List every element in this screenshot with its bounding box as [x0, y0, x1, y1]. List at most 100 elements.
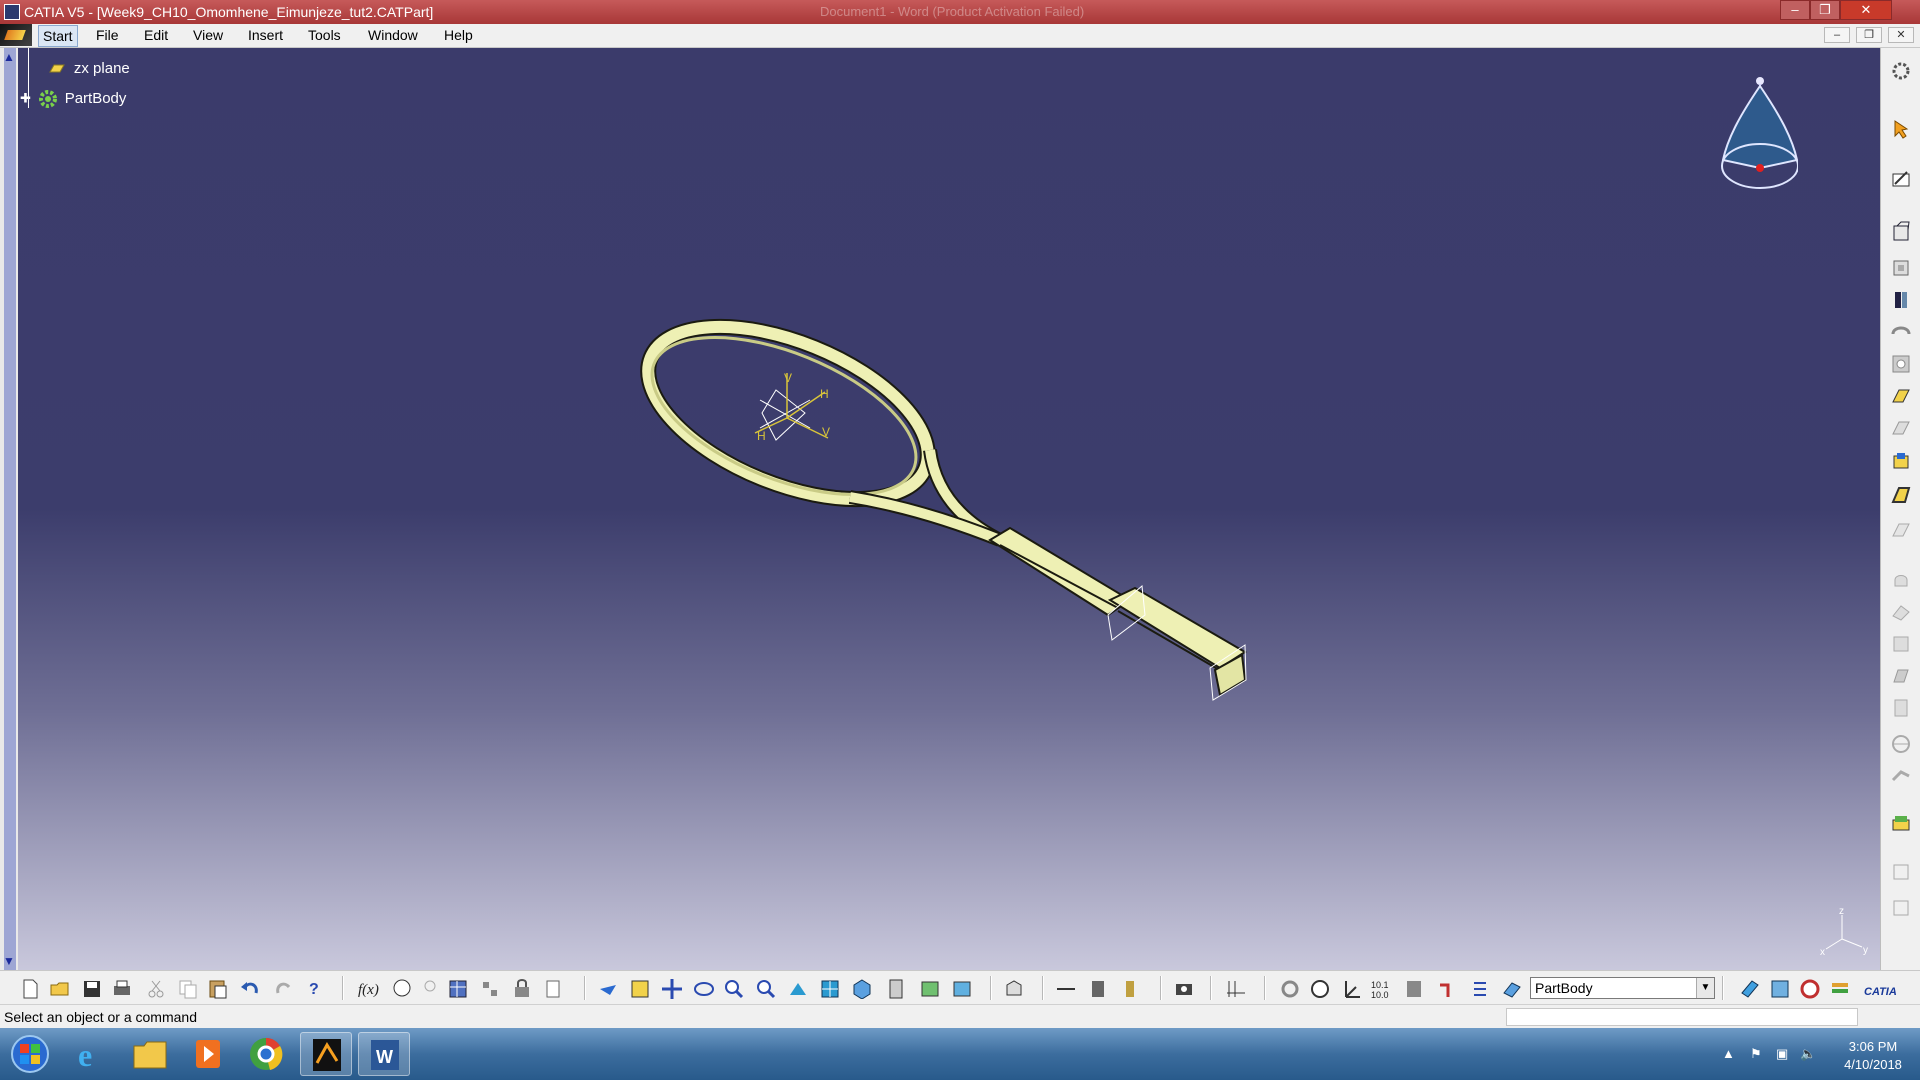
media-player-icon[interactable]	[182, 1032, 234, 1076]
analysis-icon[interactable]	[1889, 896, 1913, 918]
draft-icon[interactable]	[1889, 600, 1913, 622]
rule-icon[interactable]	[542, 977, 566, 999]
rib-icon[interactable]	[1889, 384, 1913, 406]
save-icon[interactable]	[80, 977, 104, 999]
tree-scrollbar[interactable]: ▲ ▼	[0, 48, 18, 970]
3d-viewport[interactable]: V H H V	[0, 48, 1880, 970]
maximize-button[interactable]: ❐	[1810, 0, 1840, 20]
menu-start[interactable]: Start	[38, 25, 78, 47]
catalog-icon[interactable]	[478, 977, 502, 999]
gear-icon[interactable]	[1889, 60, 1913, 82]
axis-system-icon[interactable]	[1340, 977, 1364, 999]
shading-icon[interactable]	[884, 977, 908, 999]
sketch-icon[interactable]	[1889, 168, 1913, 190]
removed-multi-section-icon[interactable]	[1889, 484, 1913, 506]
menu-file[interactable]: File	[96, 27, 119, 43]
fly-mode-icon[interactable]	[596, 977, 620, 999]
fit-all-icon[interactable]	[628, 977, 652, 999]
tree-item-partbody[interactable]: ✚ PartBody	[20, 88, 126, 110]
boolean-icon[interactable]	[1889, 812, 1913, 834]
multi-view-icon[interactable]	[818, 977, 842, 999]
units-icon[interactable]: 10.110.0	[1370, 977, 1394, 999]
formula-icon[interactable]: f(x)	[356, 977, 380, 999]
update-icon[interactable]	[1002, 977, 1026, 999]
menu-help[interactable]: Help	[444, 27, 473, 43]
new-file-icon[interactable]	[18, 977, 42, 999]
measure-icon[interactable]	[1889, 860, 1913, 882]
zoom-in-icon[interactable]	[722, 977, 746, 999]
menu-window[interactable]: Window	[368, 27, 418, 43]
table-icon[interactable]	[446, 977, 470, 999]
measure-between-icon[interactable]	[1054, 977, 1078, 999]
catia-taskbar-icon[interactable]	[300, 1032, 352, 1076]
volume-icon[interactable]: 🔈	[1800, 1046, 1816, 1062]
part-body-select[interactable]: PartBody ▼	[1530, 977, 1715, 999]
tennis-racket-model[interactable]: V H H V	[0, 48, 1880, 970]
redo-icon[interactable]	[272, 977, 296, 999]
pan-icon[interactable]	[660, 977, 684, 999]
knowledge-icon[interactable]	[390, 977, 414, 999]
measure-inertia-icon[interactable]	[1118, 977, 1142, 999]
file-explorer-icon[interactable]	[124, 1032, 176, 1076]
word-taskbar-icon[interactable]: W	[358, 1032, 410, 1076]
doc-minimize-button[interactable]: –	[1824, 27, 1850, 43]
print-icon[interactable]	[110, 977, 134, 999]
grid-icon[interactable]	[1224, 977, 1248, 999]
lock-icon[interactable]	[510, 977, 534, 999]
open-folder-icon[interactable]	[48, 977, 72, 999]
snap-icon[interactable]	[1402, 977, 1426, 999]
tree-scroll-track[interactable]	[4, 48, 16, 970]
groove-icon[interactable]	[1889, 320, 1913, 342]
capture-camera-icon[interactable]	[1172, 977, 1196, 999]
pattern-icon[interactable]	[1889, 764, 1913, 786]
isometric-view-icon[interactable]	[850, 977, 874, 999]
minimize-button[interactable]: –	[1780, 0, 1810, 20]
whats-this-icon[interactable]: ?	[304, 977, 328, 999]
chevron-down-icon[interactable]: ▼	[1696, 978, 1714, 998]
rotate-icon[interactable]	[692, 977, 716, 999]
material-icon[interactable]	[1738, 977, 1762, 999]
pocket-icon[interactable]	[1889, 256, 1913, 278]
start-orb-icon[interactable]	[4, 1032, 56, 1076]
select-arrow-icon[interactable]	[1889, 118, 1913, 140]
slot-icon[interactable]	[1889, 416, 1913, 438]
close-button[interactable]: ✕	[1840, 0, 1892, 20]
flag-icon[interactable]: ⚑	[1750, 1046, 1762, 1062]
tray-expand-icon[interactable]: ▲	[1722, 1046, 1735, 1061]
scroll-up-arrow-icon[interactable]: ▲	[2, 50, 16, 64]
pad-icon[interactable]	[1889, 220, 1913, 242]
hide-show-icon[interactable]	[918, 977, 942, 999]
system-clock[interactable]: 3:06 PM 4/10/2018	[1834, 1038, 1912, 1074]
bulb-icon[interactable]	[418, 977, 442, 999]
internet-explorer-icon[interactable]: e	[66, 1032, 118, 1076]
menu-edit[interactable]: Edit	[144, 27, 168, 43]
paste-icon[interactable]	[206, 977, 230, 999]
apply-material-icon[interactable]	[1798, 977, 1822, 999]
shell-icon[interactable]	[1889, 632, 1913, 654]
normal-view-icon[interactable]	[786, 977, 810, 999]
measure-item-icon[interactable]	[1086, 977, 1110, 999]
globe-icon[interactable]	[1308, 977, 1332, 999]
menu-insert[interactable]: Insert	[248, 27, 283, 43]
chrome-icon[interactable]	[240, 1032, 292, 1076]
mirror-icon[interactable]	[1889, 732, 1913, 754]
layers-icon[interactable]	[1828, 977, 1852, 999]
doc-close-button[interactable]: ✕	[1888, 27, 1914, 43]
undo-icon[interactable]	[238, 977, 262, 999]
render-icon[interactable]	[1768, 977, 1792, 999]
doc-restore-button[interactable]: ❐	[1856, 27, 1882, 43]
compass-icon[interactable]	[1718, 76, 1799, 199]
thickness-icon[interactable]	[1889, 664, 1913, 686]
copy-icon[interactable]	[176, 977, 200, 999]
menu-view[interactable]: View	[193, 27, 223, 43]
chamfer-icon[interactable]	[1889, 568, 1913, 590]
multi-section-solid-icon[interactable]	[1889, 450, 1913, 472]
thread-icon[interactable]	[1889, 696, 1913, 718]
swap-visible-space-icon[interactable]	[950, 977, 974, 999]
catia-logo-icon[interactable]	[0, 24, 32, 46]
command-input[interactable]	[1506, 1008, 1858, 1026]
menu-tools[interactable]: Tools	[308, 27, 341, 43]
sync-icon[interactable]	[1278, 977, 1302, 999]
fillet-icon[interactable]	[1889, 518, 1913, 540]
shaft-icon[interactable]	[1889, 288, 1913, 310]
